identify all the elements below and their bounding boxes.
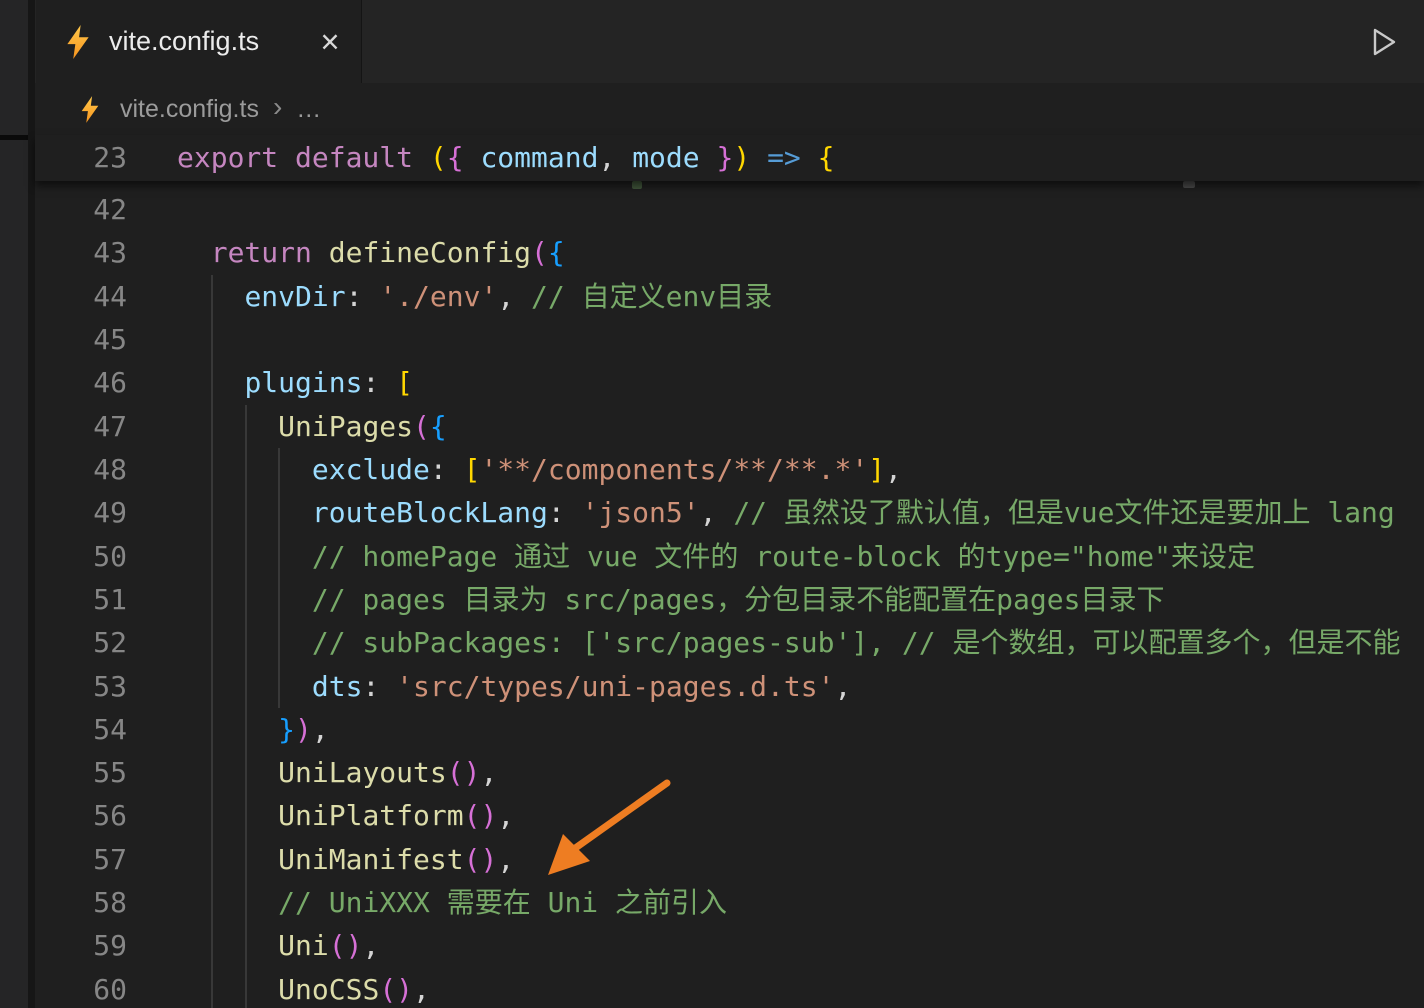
line-number: 59 xyxy=(35,924,127,968)
code-text: // pages 目录为 src/pages，分包目录不能配置在pages目录下 xyxy=(177,578,1164,622)
code-line-52[interactable]: 52 // subPackages: ['src/pages-sub'], //… xyxy=(35,621,1424,665)
code-line-42[interactable]: 42 xyxy=(35,188,1424,232)
code-text: return defineConfig({ xyxy=(177,231,565,275)
line-number: 50 xyxy=(35,535,127,579)
breadcrumb-file[interactable]: vite.config.ts xyxy=(120,95,259,124)
line-number: 55 xyxy=(35,751,127,795)
breadcrumb: vite.config.ts › … xyxy=(35,83,1424,135)
code-line-51[interactable]: 51 // pages 目录为 src/pages，分包目录不能配置在pages… xyxy=(35,578,1424,622)
chevron-right-icon: › xyxy=(273,91,282,123)
code-text: UniManifest(), xyxy=(177,838,514,882)
side-panel-divider xyxy=(0,135,28,140)
code-line-44[interactable]: 44 envDir: './env', // 自定义env目录 xyxy=(35,275,1424,319)
tab-bar: vite.config.ts × xyxy=(35,0,1424,83)
code-text: routeBlockLang: 'json5', // 虽然设了默认值，但是vu… xyxy=(177,491,1395,535)
line-number: 60 xyxy=(35,968,127,1008)
code-line-59[interactable]: 59 Uni(), xyxy=(35,924,1424,968)
code-text: export default ({ command, mode }) => { xyxy=(177,135,835,181)
line-number: 54 xyxy=(35,708,127,752)
code-line-46[interactable]: 46 plugins: [ xyxy=(35,361,1424,405)
line-number: 51 xyxy=(35,578,127,622)
code-line-54[interactable]: 54 }), xyxy=(35,708,1424,752)
breadcrumb-more[interactable]: … xyxy=(296,95,323,124)
code-text: UnoCSS(), xyxy=(177,968,430,1008)
code-line-56[interactable]: 56 UniPlatform(), xyxy=(35,794,1424,838)
code-line-57[interactable]: 57 UniManifest(), xyxy=(35,838,1424,882)
clipped-glyph xyxy=(1183,181,1195,188)
code-text: exclude: ['**/components/**/**.*'], xyxy=(177,448,902,492)
code-line-53[interactable]: 53 dts: 'src/types/uni-pages.d.ts', xyxy=(35,665,1424,709)
line-number: 45 xyxy=(35,318,127,362)
code-line-50[interactable]: 50 // homePage 通过 vue 文件的 route-block 的t… xyxy=(35,535,1424,579)
sticky-scroll-line[interactable]: 23 export default ({ command, mode }) =>… xyxy=(35,135,1424,181)
tab-vite-config[interactable]: vite.config.ts × xyxy=(36,0,362,83)
vite-bolt-icon xyxy=(80,96,100,123)
panel-gap xyxy=(28,0,35,1008)
code-text: plugins: [ xyxy=(177,361,413,405)
code-text: envDir: './env', // 自定义env目录 xyxy=(177,275,772,319)
line-number: 23 xyxy=(35,135,127,181)
line-number: 57 xyxy=(35,838,127,882)
line-number: 56 xyxy=(35,794,127,838)
code-text: // UniXXX 需要在 Uni 之前引入 xyxy=(177,881,727,925)
code-line-45[interactable]: 45 xyxy=(35,318,1424,362)
editor-code-area[interactable]: 4243 return defineConfig({44 envDir: './… xyxy=(35,188,1424,1008)
line-number: 47 xyxy=(35,405,127,449)
code-line-47[interactable]: 47 UniPages({ xyxy=(35,405,1424,449)
code-text: UniPages({ xyxy=(177,405,447,449)
code-text: UniPlatform(), xyxy=(177,794,514,838)
vite-bolt-icon xyxy=(65,25,91,59)
code-line-43[interactable]: 43 return defineConfig({ xyxy=(35,231,1424,275)
line-number: 53 xyxy=(35,665,127,709)
side-panel-strip xyxy=(0,0,28,1008)
line-number: 46 xyxy=(35,361,127,405)
line-number: 52 xyxy=(35,621,127,665)
code-text: // subPackages: ['src/pages-sub'], // 是个… xyxy=(177,621,1400,665)
code-line-49[interactable]: 49 routeBlockLang: 'json5', // 虽然设了默认值，但… xyxy=(35,491,1424,535)
code-text: Uni(), xyxy=(177,924,379,968)
code-line-48[interactable]: 48 exclude: ['**/components/**/**.*'], xyxy=(35,448,1424,492)
code-text: }), xyxy=(177,708,329,752)
line-number: 58 xyxy=(35,881,127,925)
line-number: 42 xyxy=(35,188,127,232)
code-text: dts: 'src/types/uni-pages.d.ts', xyxy=(177,665,851,709)
code-text: UniLayouts(), xyxy=(177,751,497,795)
line-number: 44 xyxy=(35,275,127,319)
code-text: // homePage 通过 vue 文件的 route-block 的type… xyxy=(177,535,1255,579)
code-line-60[interactable]: 60 UnoCSS(), xyxy=(35,968,1424,1008)
clipped-glyph xyxy=(632,181,642,189)
code-line-58[interactable]: 58 // UniXXX 需要在 Uni 之前引入 xyxy=(35,881,1424,925)
line-number: 48 xyxy=(35,448,127,492)
line-number: 49 xyxy=(35,491,127,535)
close-icon[interactable]: × xyxy=(311,22,349,62)
run-button[interactable] xyxy=(1365,24,1401,60)
line-number: 43 xyxy=(35,231,127,275)
tab-title: vite.config.ts xyxy=(109,26,259,57)
code-line-55[interactable]: 55 UniLayouts(), xyxy=(35,751,1424,795)
